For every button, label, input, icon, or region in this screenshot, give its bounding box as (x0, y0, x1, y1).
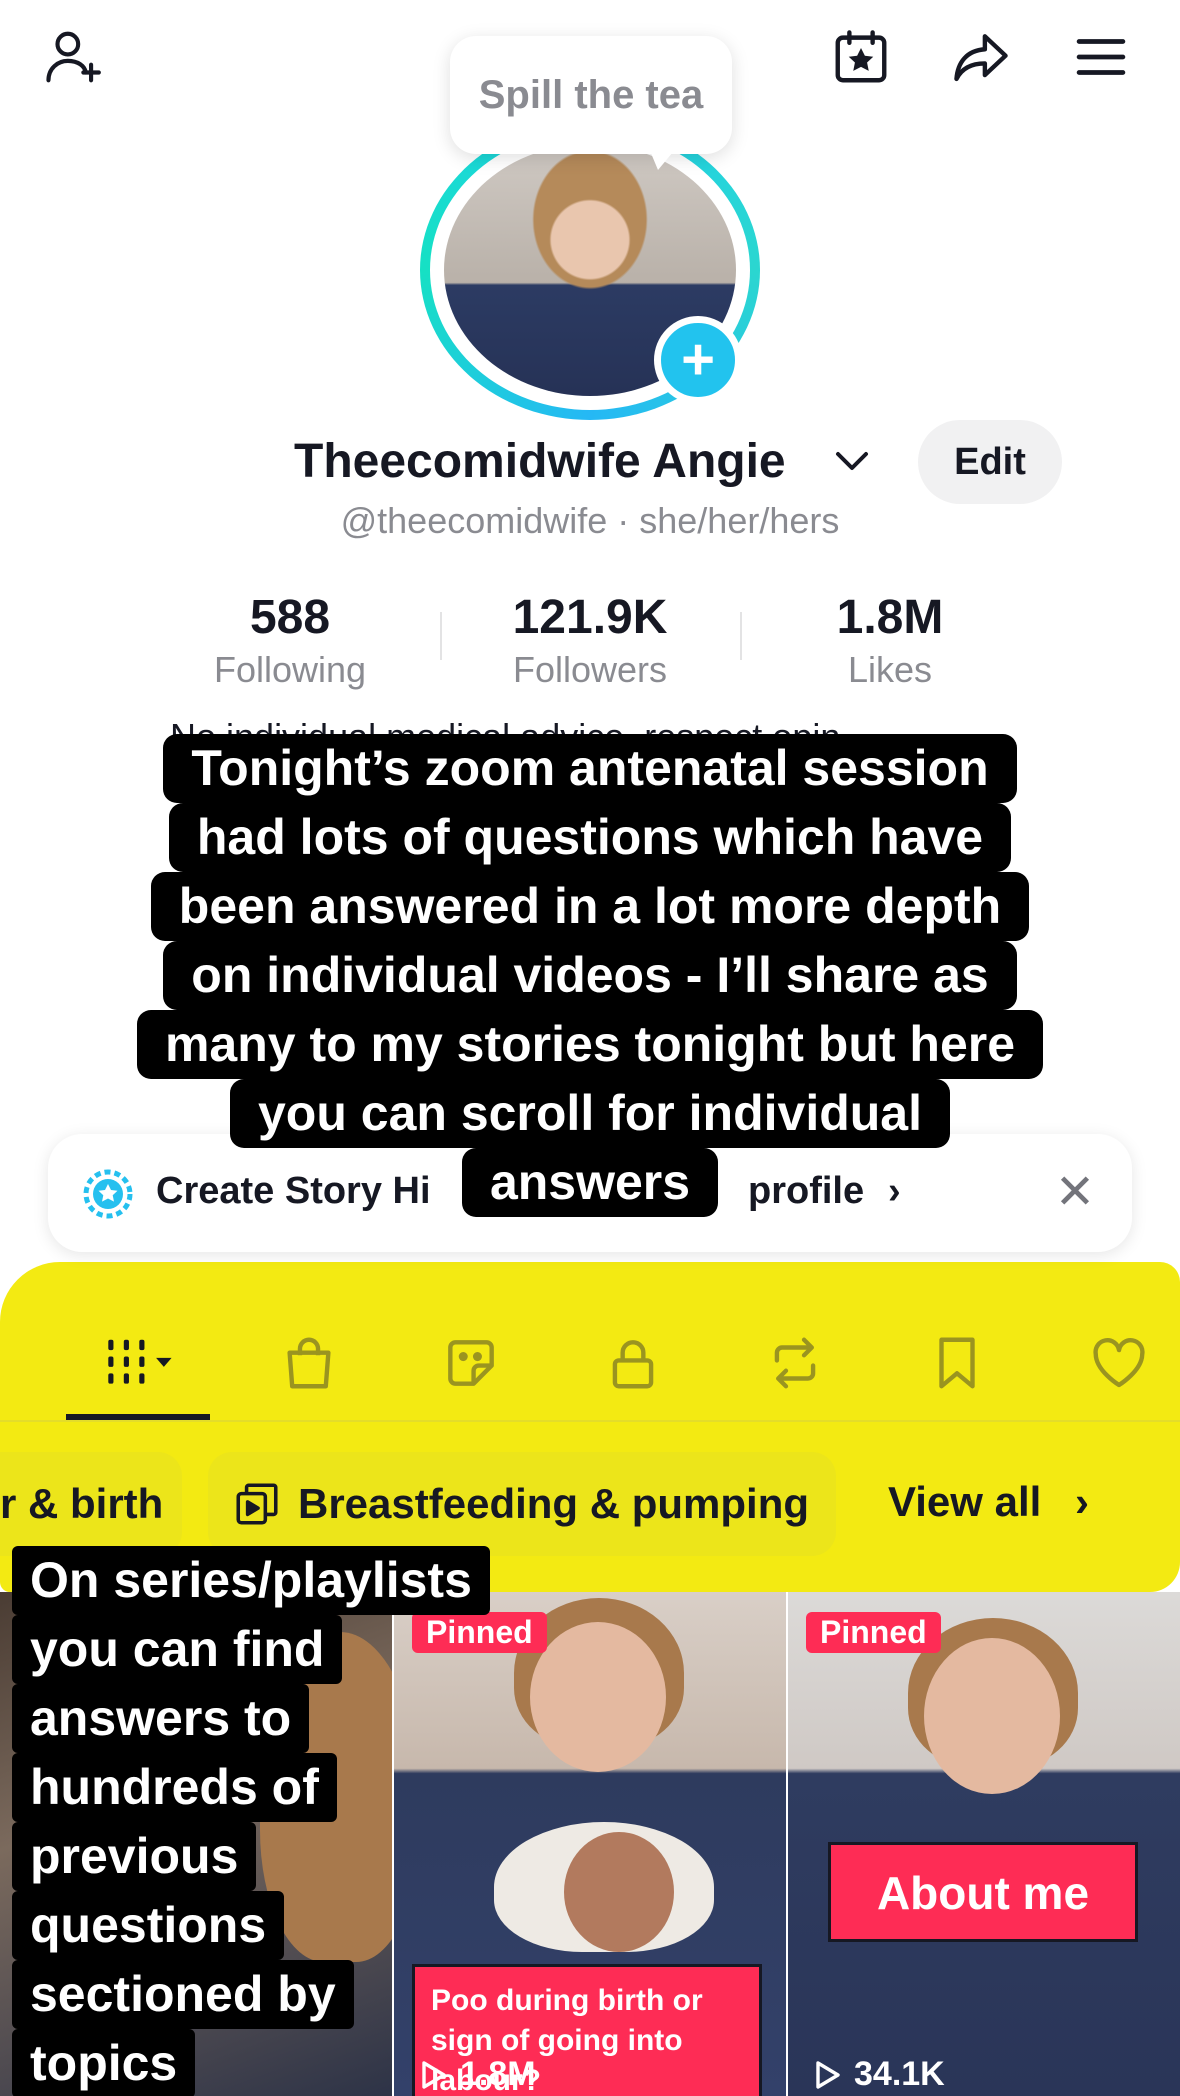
add-story-icon[interactable]: + (654, 316, 742, 404)
stat-label: Following (213, 649, 367, 690)
video-thumbnail-prop (564, 1832, 674, 1952)
stat-label: Followers (512, 649, 668, 690)
chevron-right-icon: › (1075, 1478, 1089, 1525)
note-tooltip[interactable]: Spill the tea (450, 36, 732, 154)
stat-value: 588 (249, 591, 331, 644)
caption-line: you can find (12, 1615, 343, 1684)
heart-icon[interactable] (1084, 1328, 1154, 1398)
playlist-chip-breastfeeding[interactable]: Breastfeeding & pumping (208, 1452, 836, 1556)
caption-line: had lots of questions which have (168, 803, 1012, 872)
play-icon (816, 2060, 840, 2089)
caption-line: answers to (12, 1684, 310, 1753)
videos-tab-icon[interactable] (88, 1328, 188, 1398)
caption-overlay: Tonight’s zoom antenatal session had lot… (90, 734, 1090, 1217)
stat-following[interactable]: 588 Following (140, 588, 440, 698)
video-thumbnail-face (530, 1622, 666, 1772)
caption-overlay-playlists: On series/playlists you can find answers… (12, 1546, 490, 2096)
caption-line: hundreds of (12, 1753, 337, 1822)
menu-icon[interactable] (1066, 22, 1136, 92)
video-thumbnail-face (924, 1638, 1060, 1794)
add-friend-icon[interactable] (38, 22, 108, 92)
stat-value: 121.9K (512, 591, 668, 644)
playlist-row: r & birth Breastfeeding & pumping View a… (0, 1452, 1180, 1556)
shop-tab-icon[interactable] (274, 1328, 344, 1398)
stat-likes[interactable]: 1.8M Likes (740, 588, 1040, 698)
caption-line: been answered in a lot more depth (150, 872, 1030, 941)
calendar-star-icon[interactable] (826, 22, 896, 92)
sticker-tab-icon[interactable] (436, 1328, 506, 1398)
caption-line: previous (12, 1822, 257, 1891)
view-count: 34.1K (810, 2055, 945, 2094)
chevron-down-icon[interactable] (832, 446, 872, 476)
stat-value: 1.8M (836, 591, 944, 644)
view-all-link[interactable]: View all › (888, 1478, 1089, 1526)
caption-line: many to my stories tonight but here (136, 1010, 1044, 1079)
stat-followers[interactable]: 121.9K Followers (440, 588, 740, 698)
active-tab-indicator (66, 1414, 210, 1420)
view-all-label: View all (888, 1478, 1042, 1525)
view-count-value: 34.1K (854, 2055, 945, 2093)
edit-profile-button[interactable]: Edit (918, 420, 1062, 504)
bookmark-icon[interactable] (922, 1328, 992, 1398)
note-tooltip-text: Spill the tea (478, 72, 704, 117)
display-name[interactable]: Theecomidwife Angie (294, 434, 786, 489)
profile-tabs (0, 1310, 1180, 1422)
share-icon[interactable] (946, 22, 1016, 92)
caption-line: on individual videos - I’ll share as (163, 941, 1017, 1010)
video-tile[interactable]: Pinned About me 34.1K (788, 1592, 1180, 2096)
caption-line: you can scroll for individual (229, 1079, 950, 1148)
tooltip-tail (648, 146, 678, 170)
profile-stats: 588 Following 121.9K Followers 1.8M Like… (140, 588, 1040, 698)
playlist-chip-birth[interactable]: r & birth (0, 1452, 182, 1556)
caption-line: Tonight’s zoom antenatal session (163, 734, 1017, 803)
caption-line: sectioned by (12, 1960, 354, 2029)
handle-pronouns: @theecomidwife · she/her/hers (340, 500, 840, 541)
playlist-icon (236, 1483, 278, 1525)
caption-line: answers (461, 1148, 719, 1217)
caption-line: topics (12, 2029, 196, 2096)
caption-line: questions (12, 1891, 285, 1960)
caption-line: On series/playlists (12, 1546, 490, 1615)
playlist-chip-label: Breastfeeding & pumping (298, 1480, 810, 1527)
lock-icon[interactable] (598, 1328, 668, 1398)
video-title-card: About me (828, 1842, 1138, 1942)
playlist-chip-label: r & birth (0, 1480, 164, 1527)
stat-label: Likes (847, 649, 933, 690)
repost-icon[interactable] (760, 1328, 830, 1398)
pinned-badge: Pinned (806, 1612, 941, 1653)
